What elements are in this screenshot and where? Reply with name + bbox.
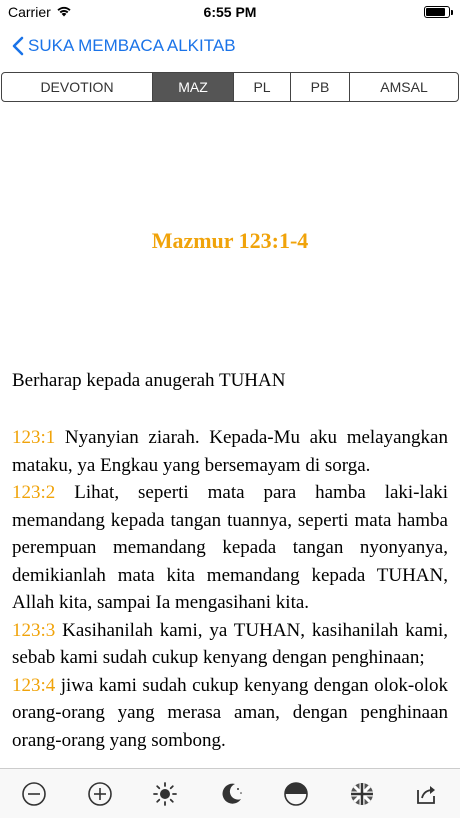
verse-text: jiwa kami sudah cukup kenyang dengan olo… [12,674,448,751]
verse: 123:3 Kasihanilah kami, ya TUHAN, kasiha… [12,617,448,672]
verse: 123:1 Nyanyian ziarah. Kepada-Mu aku mel… [12,424,448,479]
verse-text: Kasihanilah kami, ya TUHAN, kasihanilah … [12,619,448,669]
section-heading: Berharap kepada anugerah TUHAN [12,370,286,391]
tab-maz[interactable]: MAZ [153,73,234,101]
tab-pb[interactable]: PB [291,73,350,101]
passage-content[interactable]: Mazmur 123:1-4 Berharap kepada anugerah … [12,104,448,768]
bottom-toolbar [0,768,460,818]
night-mode-icon[interactable] [217,780,245,808]
verse-number: 123:1 [12,427,56,448]
battery-icon [424,6,453,18]
verse-list: 123:1 Nyanyian ziarah. Kepada-Mu aku mel… [12,424,448,754]
reading-segmented-control: DEVOTION MAZ PL PB AMSAL [1,72,459,102]
tab-pl-label: PL [253,79,271,95]
verse: 123:2 Lihat, seperti mata para hamba lak… [12,479,448,617]
zoom-out-icon[interactable] [20,780,48,808]
tab-devotion[interactable]: DEVOTION [2,73,153,101]
back-button[interactable]: SUKA MEMBACA ALKITAB [12,36,236,56]
zoom-in-icon[interactable] [86,780,114,808]
verse-text: Lihat, seperti mata para hamba laki-laki… [12,482,448,613]
tab-pb-label: PB [310,79,330,95]
tab-amsal-label: AMSAL [380,79,428,95]
tab-amsal[interactable]: AMSAL [350,73,458,101]
back-button-label: SUKA MEMBACA ALKITAB [28,36,236,55]
verse-number: 123:2 [12,482,56,503]
contrast-icon[interactable] [282,780,310,808]
verse-text: Nyanyian ziarah. Kepada-Mu aku melayangk… [12,427,448,476]
tab-devotion-label: DEVOTION [40,79,114,95]
status-bar: Carrier 6:55 PM [0,0,460,24]
tab-pl[interactable]: PL [234,73,291,101]
share-icon[interactable] [413,780,441,808]
battery-level [426,8,445,16]
passage-title: Mazmur 123:1-4 [151,228,309,253]
tab-maz-label: MAZ [178,79,208,95]
verse-number: 123:3 [12,619,56,641]
verse: 123:4 jiwa kami sudah cukup kenyang deng… [12,672,448,755]
language-flag-icon[interactable] [348,780,376,808]
navigation-bar: SUKA MEMBACA ALKITAB [0,28,460,68]
verse-number: 123:4 [12,674,56,696]
brightness-icon[interactable] [151,780,179,808]
status-time: 6:55 PM [203,4,257,20]
chevron-left-icon [12,36,24,56]
